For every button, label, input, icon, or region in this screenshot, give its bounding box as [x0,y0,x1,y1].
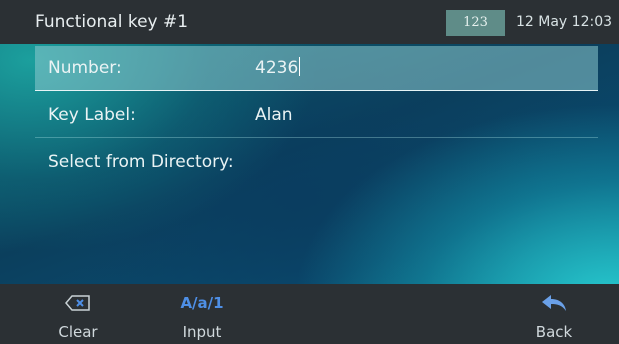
number-value: 4236 [255,58,299,78]
key-label-label: Key Label: [48,105,136,125]
input-softkey[interactable]: A/a/1 Input [162,284,242,344]
title-bar: Functional key #1 123 12 May 12:03 [0,0,619,44]
page-title: Functional key #1 [35,12,189,32]
number-field-row[interactable]: Number: 4236 [35,46,598,91]
back-softkey[interactable]: Back [514,284,594,344]
softkey-bar: Clear A/a/1 Input Back [0,284,619,344]
select-from-directory-label: Select from Directory: [48,152,234,172]
back-label: Back [535,323,573,341]
input-label: Input [182,323,222,341]
key-label-field-row[interactable]: Key Label: Alan [35,93,598,138]
key-label-input[interactable]: Alan [255,93,293,137]
select-from-directory-row[interactable]: Select from Directory: [35,140,598,184]
input-mode-badge: 123 [446,10,505,36]
backspace-clear-icon [38,293,118,313]
clear-softkey[interactable]: Clear [38,284,118,344]
date-time: 12 May 12:03 [516,14,613,30]
number-input[interactable]: 4236 [255,46,301,90]
number-label: Number: [48,58,122,78]
text-cursor [299,57,301,76]
input-mode-icon: A/a/1 [180,294,224,312]
phone-screen: Functional key #1 123 12 May 12:03 Numbe… [0,0,619,344]
clear-label: Clear [58,323,98,341]
back-arrow-icon [514,293,594,313]
